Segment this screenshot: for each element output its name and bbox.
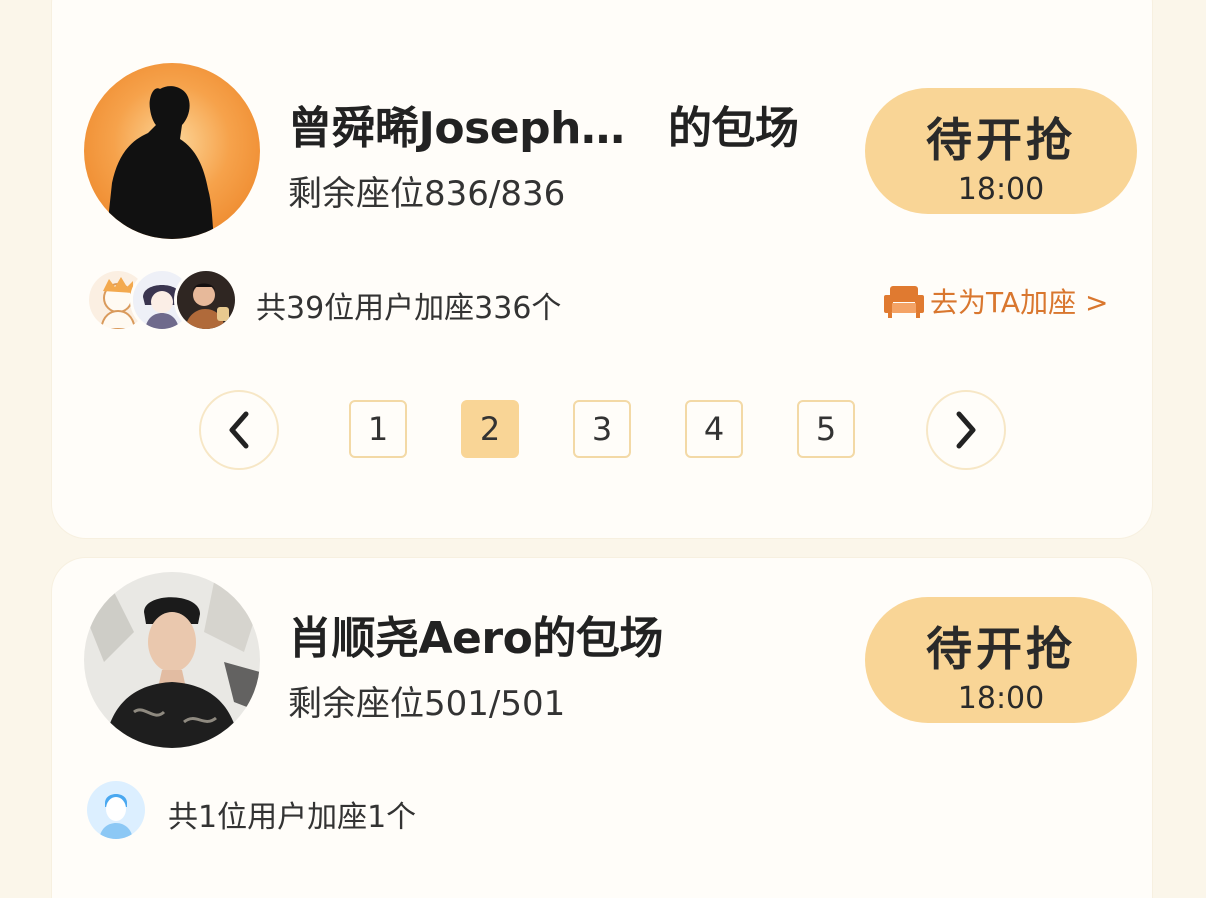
default-user-icon	[87, 781, 145, 839]
next-page-button[interactable]	[926, 390, 1006, 470]
remaining-seats: 剩余座位501/501	[288, 684, 566, 724]
grab-button-label: 待开抢	[926, 622, 1076, 676]
user-avatar	[84, 778, 148, 842]
session-title: 曾舜晞Joseph… 的包场	[288, 103, 799, 154]
silhouette-avatar-icon	[84, 63, 260, 239]
sofa-icon	[884, 286, 924, 318]
join-seat-label: 去为TA加座 >	[930, 286, 1109, 319]
prev-page-button[interactable]	[199, 390, 279, 470]
session-title: 肖顺尧Aero的包场	[288, 613, 663, 664]
join-seat-link[interactable]: 去为TA加座 >	[884, 281, 1108, 321]
page-number[interactable]: 1	[349, 400, 407, 458]
grab-button-time: 18:00	[957, 172, 1045, 207]
users-summary: 共1位用户加座1个	[168, 800, 417, 835]
grab-button-time: 18:00	[957, 681, 1045, 716]
chevron-left-icon	[229, 411, 249, 449]
portrait-avatar-icon	[84, 572, 260, 748]
host-avatar[interactable]	[84, 63, 260, 239]
grab-button-label: 待开抢	[926, 113, 1076, 167]
page-number[interactable]: 4	[685, 400, 743, 458]
page-number[interactable]: 3	[573, 400, 631, 458]
host-avatar[interactable]	[84, 572, 260, 748]
chevron-right-icon	[956, 411, 976, 449]
grab-ticket-button[interactable]: 待开抢 18:00	[865, 597, 1137, 723]
user-avatar	[174, 268, 238, 332]
page-number[interactable]: 5	[797, 400, 855, 458]
page-number-current[interactable]: 2	[461, 400, 519, 458]
users-summary: 共39位用户加座336个	[256, 291, 562, 326]
remaining-seats: 剩余座位836/836	[288, 174, 566, 214]
grab-ticket-button[interactable]: 待开抢 18:00	[865, 88, 1137, 214]
